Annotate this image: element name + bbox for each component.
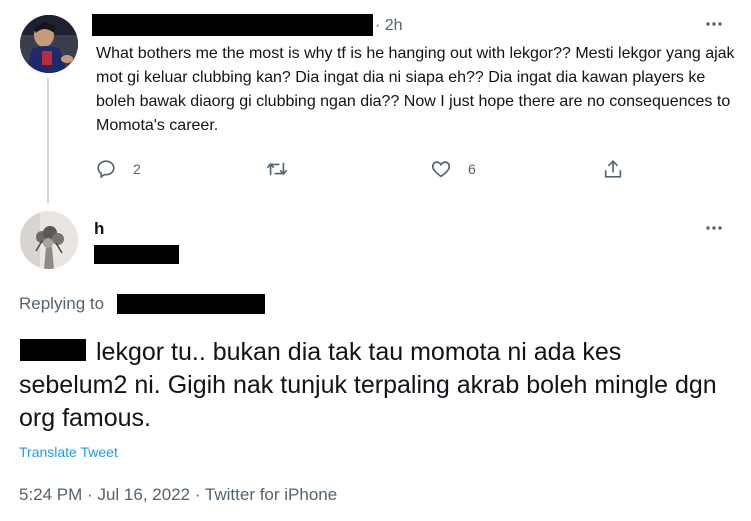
parent-timestamp[interactable]: · 2h bbox=[375, 17, 403, 35]
meta-separator: · bbox=[194, 485, 201, 504]
retweet-icon bbox=[267, 162, 287, 176]
reply-count: 2 bbox=[133, 161, 141, 177]
share-icon bbox=[604, 160, 622, 178]
retweet-action[interactable] bbox=[266, 158, 304, 180]
meta-separator: · bbox=[87, 485, 93, 504]
share-action[interactable] bbox=[602, 158, 624, 180]
tweet-meta: 5:24 PM · Jul 16, 2022 · Twitter for iPh… bbox=[19, 485, 337, 505]
replying-to-label: Replying to bbox=[19, 294, 105, 313]
like-action[interactable]: 6 bbox=[430, 158, 476, 180]
more-horizontal-icon[interactable] bbox=[704, 218, 724, 243]
parent-tweet-text: What bothers me the most is why tf is he… bbox=[96, 45, 735, 134]
avatar-photo bbox=[20, 15, 78, 73]
parent-avatar[interactable] bbox=[20, 15, 78, 73]
tweet-date[interactable]: Jul 16, 2022 bbox=[97, 485, 190, 504]
avatar-photo bbox=[20, 211, 78, 269]
reply-avatar[interactable] bbox=[20, 211, 78, 269]
thread-connector-line bbox=[47, 78, 49, 204]
reply-display-name[interactable]: h bbox=[94, 219, 104, 239]
parent-name-redacted bbox=[92, 14, 373, 36]
reply-icon bbox=[97, 160, 115, 179]
replying-to-handle-redacted[interactable] bbox=[117, 294, 265, 314]
more-horizontal-icon[interactable] bbox=[704, 14, 724, 39]
translate-tweet-link[interactable]: Translate Tweet bbox=[19, 444, 118, 460]
reply-tweet-text: lekgor tu.. bukan dia tak tau momota ni … bbox=[19, 338, 717, 432]
reply-action[interactable]: 2 bbox=[95, 158, 141, 180]
like-count: 6 bbox=[468, 161, 476, 177]
tweet-time[interactable]: 5:24 PM bbox=[19, 485, 82, 504]
heart-icon bbox=[431, 161, 451, 178]
tweet-source[interactable]: Twitter for iPhone bbox=[205, 485, 337, 504]
reply-handle-redacted bbox=[94, 245, 179, 264]
